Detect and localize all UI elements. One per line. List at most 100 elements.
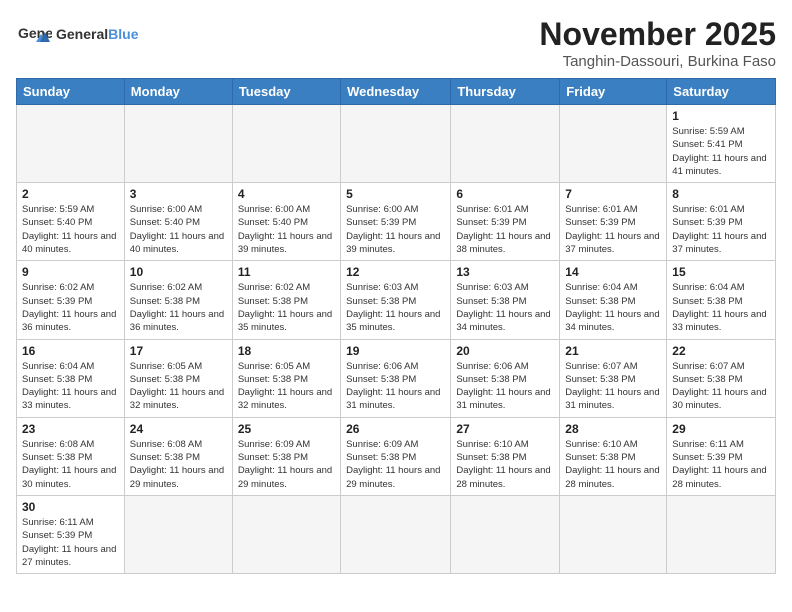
calendar-cell: 5 Sunrise: 6:00 AM Sunset: 5:39 PM Daylig… — [341, 183, 451, 261]
day-number: 22 — [672, 344, 770, 358]
calendar-cell: 26Sunrise: 6:09 AM Sunset: 5:38 PM Dayli… — [341, 417, 451, 495]
calendar-week-row: 16Sunrise: 6:04 AM Sunset: 5:38 PM Dayli… — [17, 339, 776, 417]
day-number: 9 — [22, 265, 119, 279]
day-number: 10 — [130, 265, 227, 279]
day-number: 28 — [565, 422, 661, 436]
calendar-week-row: 30 Sunrise: 6:11 AM Sunset: 5:39 PM Dayli… — [17, 495, 776, 573]
calendar-cell: 11Sunrise: 6:02 AM Sunset: 5:38 PM Dayli… — [232, 261, 340, 339]
day-number: 21 — [565, 344, 661, 358]
weekday-header-saturday: Saturday — [667, 79, 776, 105]
day-number: 29 — [672, 422, 770, 436]
month-title: November 2025 — [539, 16, 776, 53]
day-number: 16 — [22, 344, 119, 358]
calendar-cell — [560, 495, 667, 573]
calendar-cell — [17, 105, 125, 183]
day-number: 4 — [238, 187, 335, 201]
calendar-cell — [451, 495, 560, 573]
day-number: 19 — [346, 344, 445, 358]
day-info: Sunrise: 6:04 AM Sunset: 5:38 PM Dayligh… — [672, 281, 770, 334]
calendar-cell: 14 Sunrise: 6:04 AM Sunset: 5:38 PM Dayli… — [560, 261, 667, 339]
day-info: Sunrise: 6:00 AM Sunset: 5:39 PM Dayligh… — [346, 203, 445, 256]
calendar-week-row: 1 Sunrise: 5:59 AM Sunset: 5:41 PM Daylig… — [17, 105, 776, 183]
day-info: Sunrise: 6:05 AM Sunset: 5:38 PM Dayligh… — [238, 360, 335, 413]
day-number: 8 — [672, 187, 770, 201]
calendar-cell: 20 Sunrise: 6:06 AM Sunset: 5:38 PM Dayli… — [451, 339, 560, 417]
calendar-cell: 18 Sunrise: 6:05 AM Sunset: 5:38 PM Dayli… — [232, 339, 340, 417]
calendar-week-row: 2Sunrise: 5:59 AM Sunset: 5:40 PM Daylig… — [17, 183, 776, 261]
calendar-table: SundayMondayTuesdayWednesdayThursdayFrid… — [16, 78, 776, 574]
calendar-cell — [232, 495, 340, 573]
logo-icon: General — [16, 16, 52, 52]
day-number: 27 — [456, 422, 554, 436]
calendar-cell: 28Sunrise: 6:10 AM Sunset: 5:38 PM Dayli… — [560, 417, 667, 495]
calendar-cell — [124, 105, 232, 183]
day-info: Sunrise: 6:04 AM Sunset: 5:38 PM Dayligh… — [565, 281, 661, 334]
day-info: Sunrise: 6:07 AM Sunset: 5:38 PM Dayligh… — [672, 360, 770, 413]
day-number: 18 — [238, 344, 335, 358]
day-info: Sunrise: 6:08 AM Sunset: 5:38 PM Dayligh… — [22, 438, 119, 491]
calendar-cell: 29Sunrise: 6:11 AM Sunset: 5:39 PM Dayli… — [667, 417, 776, 495]
day-number: 5 — [346, 187, 445, 201]
day-number: 25 — [238, 422, 335, 436]
day-number: 13 — [456, 265, 554, 279]
weekday-header-friday: Friday — [560, 79, 667, 105]
weekday-header-monday: Monday — [124, 79, 232, 105]
day-info: Sunrise: 6:01 AM Sunset: 5:39 PM Dayligh… — [456, 203, 554, 256]
calendar-cell: 16Sunrise: 6:04 AM Sunset: 5:38 PM Dayli… — [17, 339, 125, 417]
day-number: 30 — [22, 500, 119, 514]
day-info: Sunrise: 6:02 AM Sunset: 5:39 PM Dayligh… — [22, 281, 119, 334]
day-info: Sunrise: 6:02 AM Sunset: 5:38 PM Dayligh… — [130, 281, 227, 334]
calendar-cell: 8Sunrise: 6:01 AM Sunset: 5:39 PM Daylig… — [667, 183, 776, 261]
day-number: 20 — [456, 344, 554, 358]
calendar-cell: 13 Sunrise: 6:03 AM Sunset: 5:38 PM Dayli… — [451, 261, 560, 339]
title-block: November 2025 Tanghin-Dassouri, Burkina … — [539, 16, 776, 70]
day-info: Sunrise: 6:01 AM Sunset: 5:39 PM Dayligh… — [565, 203, 661, 256]
logo-text: GeneralBlue — [56, 26, 138, 42]
calendar-cell — [560, 105, 667, 183]
day-number: 6 — [456, 187, 554, 201]
calendar-cell — [232, 105, 340, 183]
calendar-cell: 6 Sunrise: 6:01 AM Sunset: 5:39 PM Daylig… — [451, 183, 560, 261]
weekday-header-sunday: Sunday — [17, 79, 125, 105]
calendar-cell: 4Sunrise: 6:00 AM Sunset: 5:40 PM Daylig… — [232, 183, 340, 261]
calendar-cell — [341, 495, 451, 573]
day-number: 12 — [346, 265, 445, 279]
calendar-week-row: 23Sunrise: 6:08 AM Sunset: 5:38 PM Dayli… — [17, 417, 776, 495]
calendar-cell: 30 Sunrise: 6:11 AM Sunset: 5:39 PM Dayli… — [17, 495, 125, 573]
calendar-cell: 1 Sunrise: 5:59 AM Sunset: 5:41 PM Daylig… — [667, 105, 776, 183]
day-info: Sunrise: 6:03 AM Sunset: 5:38 PM Dayligh… — [456, 281, 554, 334]
calendar-cell: 27 Sunrise: 6:10 AM Sunset: 5:38 PM Dayli… — [451, 417, 560, 495]
calendar-cell: 22 Sunrise: 6:07 AM Sunset: 5:38 PM Dayli… — [667, 339, 776, 417]
weekday-header-row: SundayMondayTuesdayWednesdayThursdayFrid… — [17, 79, 776, 105]
day-info: Sunrise: 6:11 AM Sunset: 5:39 PM Dayligh… — [22, 516, 119, 569]
calendar-cell: 12 Sunrise: 6:03 AM Sunset: 5:38 PM Dayli… — [341, 261, 451, 339]
day-number: 2 — [22, 187, 119, 201]
day-number: 17 — [130, 344, 227, 358]
calendar-cell: 23Sunrise: 6:08 AM Sunset: 5:38 PM Dayli… — [17, 417, 125, 495]
day-info: Sunrise: 6:07 AM Sunset: 5:38 PM Dayligh… — [565, 360, 661, 413]
location: Tanghin-Dassouri, Burkina Faso — [539, 53, 776, 70]
day-number: 3 — [130, 187, 227, 201]
logo: General GeneralBlue — [16, 16, 138, 52]
day-info: Sunrise: 6:06 AM Sunset: 5:38 PM Dayligh… — [456, 360, 554, 413]
weekday-header-thursday: Thursday — [451, 79, 560, 105]
calendar-cell: 17Sunrise: 6:05 AM Sunset: 5:38 PM Dayli… — [124, 339, 232, 417]
day-info: Sunrise: 6:02 AM Sunset: 5:38 PM Dayligh… — [238, 281, 335, 334]
day-number: 15 — [672, 265, 770, 279]
day-number: 24 — [130, 422, 227, 436]
calendar-cell — [667, 495, 776, 573]
calendar-cell: 9 Sunrise: 6:02 AM Sunset: 5:39 PM Daylig… — [17, 261, 125, 339]
day-number: 14 — [565, 265, 661, 279]
day-number: 1 — [672, 109, 770, 123]
calendar-cell: 21 Sunrise: 6:07 AM Sunset: 5:38 PM Dayli… — [560, 339, 667, 417]
calendar-cell: 19Sunrise: 6:06 AM Sunset: 5:38 PM Dayli… — [341, 339, 451, 417]
day-info: Sunrise: 5:59 AM Sunset: 5:41 PM Dayligh… — [672, 125, 770, 178]
calendar-cell — [451, 105, 560, 183]
calendar-cell: 15 Sunrise: 6:04 AM Sunset: 5:38 PM Dayli… — [667, 261, 776, 339]
calendar-week-row: 9 Sunrise: 6:02 AM Sunset: 5:39 PM Daylig… — [17, 261, 776, 339]
day-info: Sunrise: 6:10 AM Sunset: 5:38 PM Dayligh… — [456, 438, 554, 491]
calendar-cell: 7Sunrise: 6:01 AM Sunset: 5:39 PM Daylig… — [560, 183, 667, 261]
calendar-cell: 10 Sunrise: 6:02 AM Sunset: 5:38 PM Dayli… — [124, 261, 232, 339]
calendar-cell — [124, 495, 232, 573]
day-info: Sunrise: 6:03 AM Sunset: 5:38 PM Dayligh… — [346, 281, 445, 334]
